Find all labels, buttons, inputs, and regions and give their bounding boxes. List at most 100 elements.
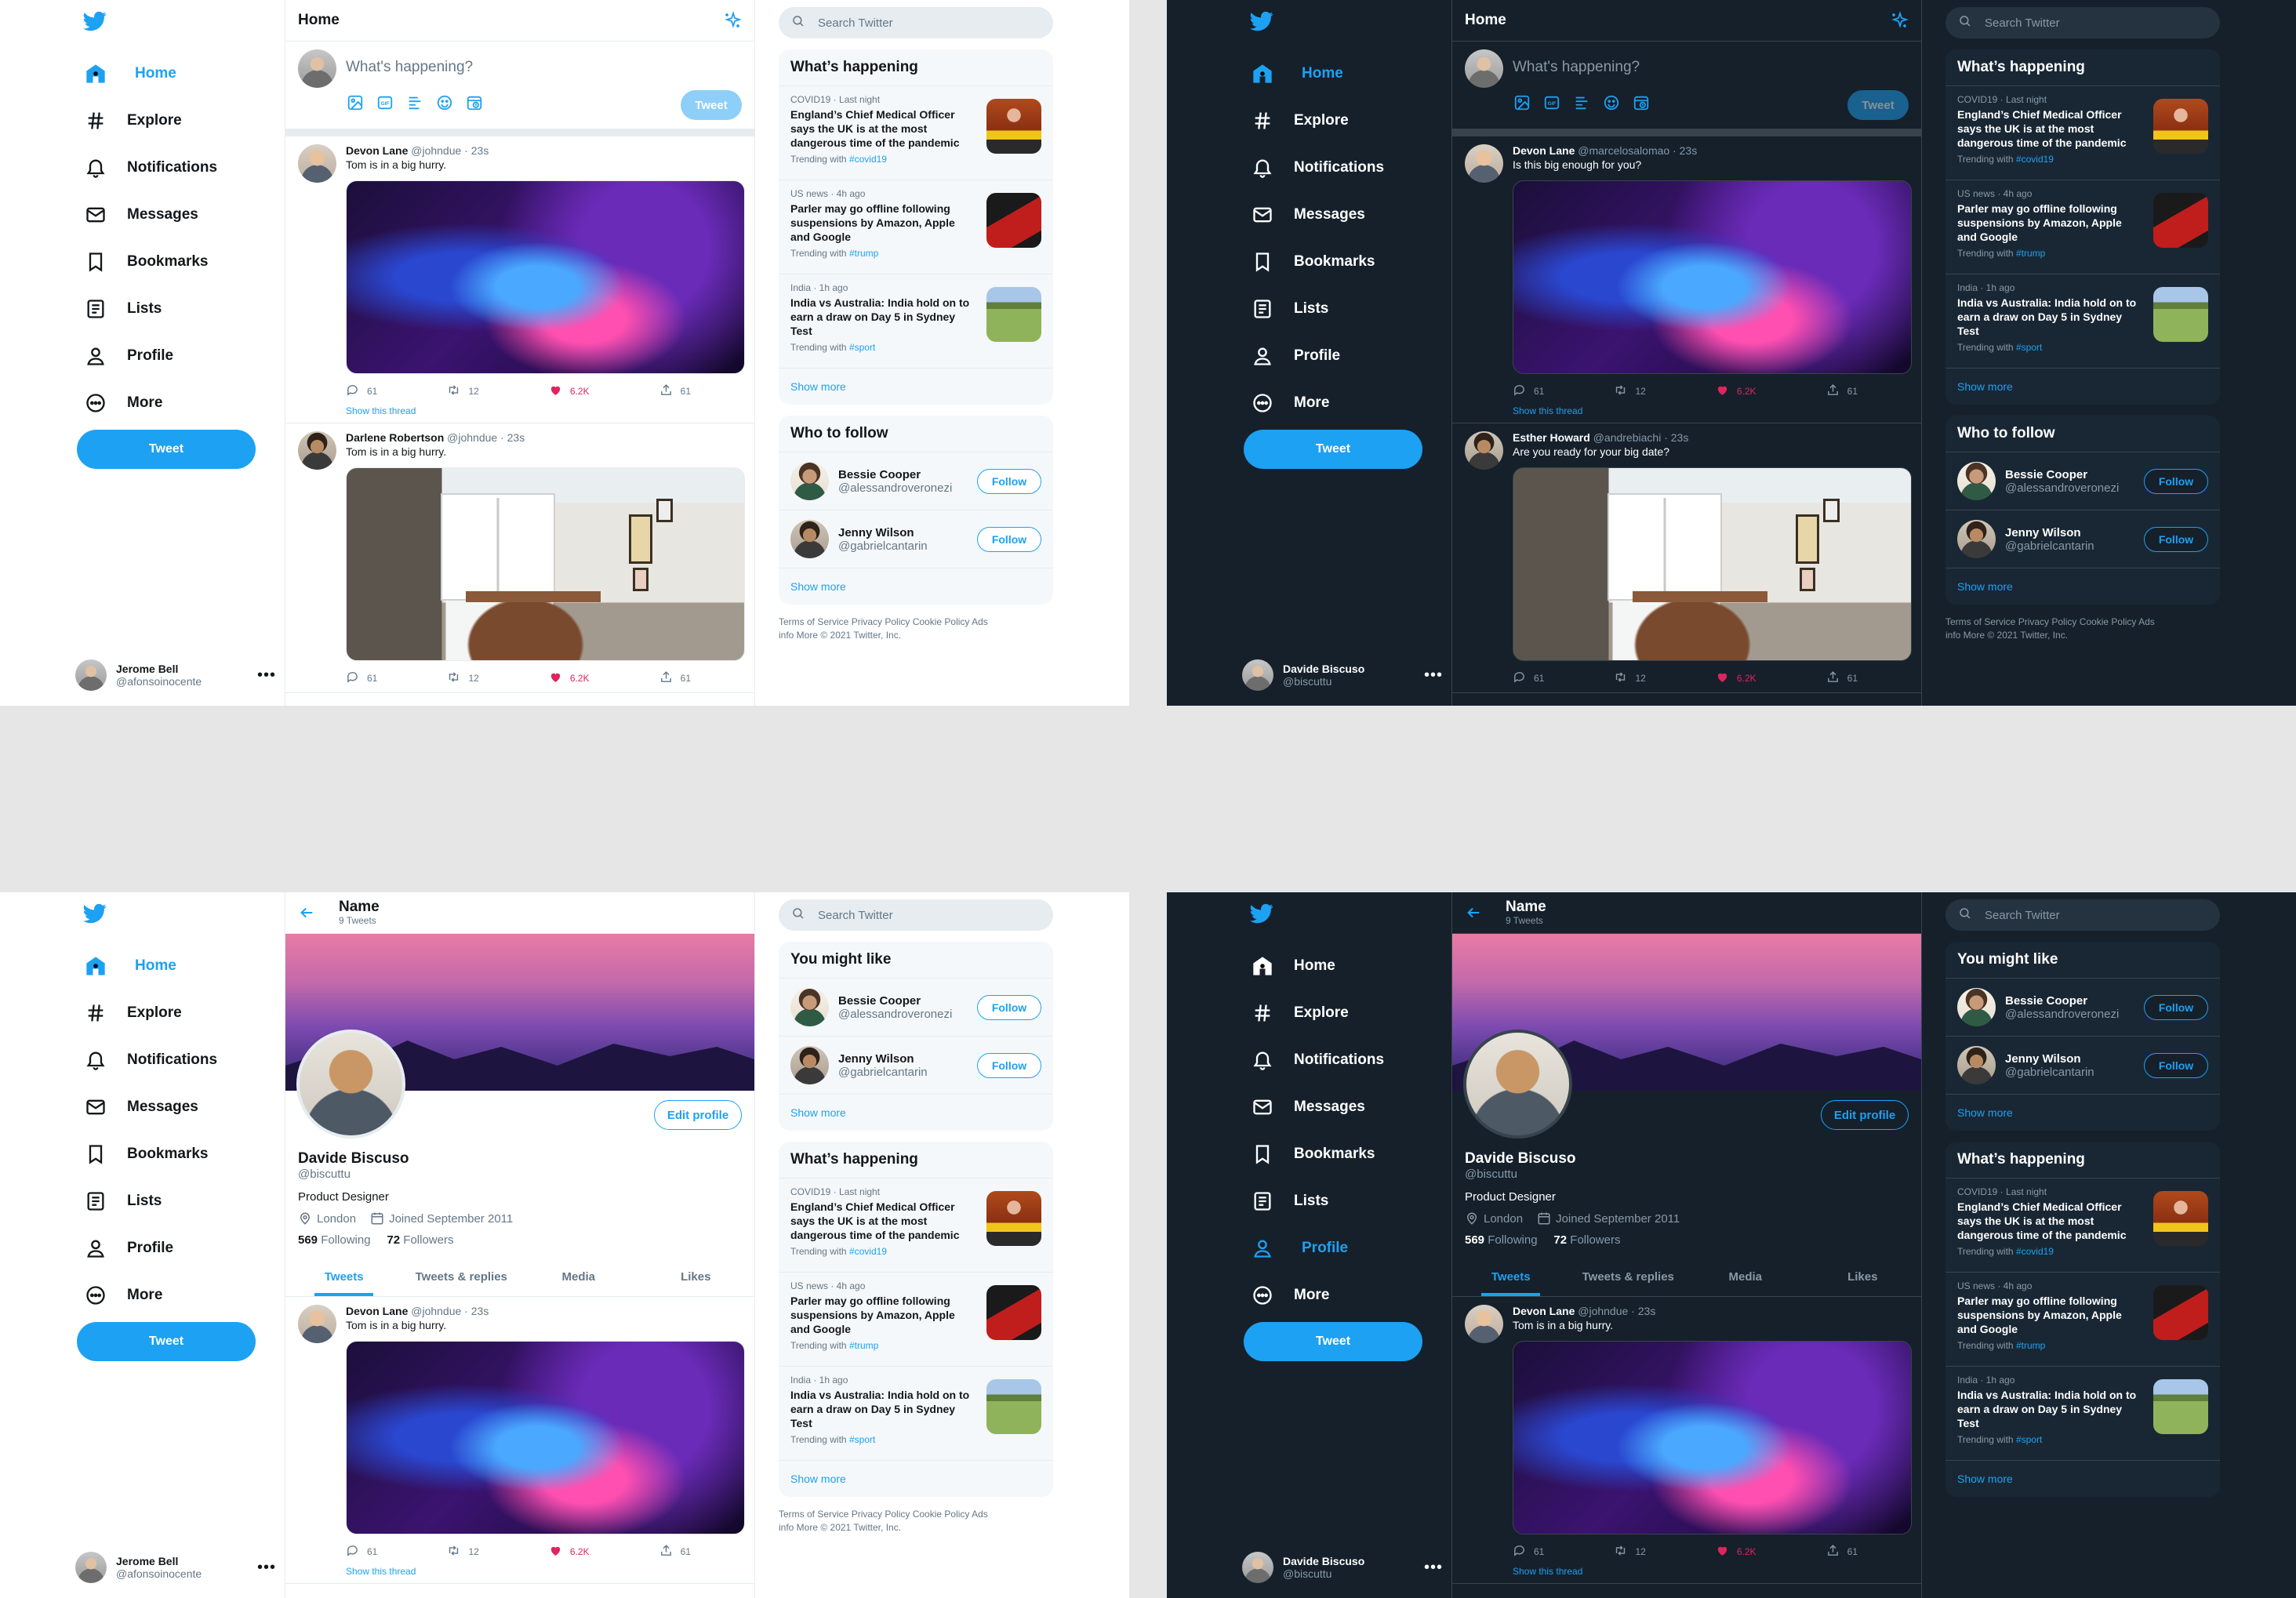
avatar[interactable] bbox=[1957, 1046, 1996, 1084]
tweet-author[interactable]: Devon Lane bbox=[1513, 144, 1575, 157]
avatar[interactable] bbox=[298, 431, 336, 470]
nav-item-home[interactable]: Home bbox=[83, 50, 217, 97]
trend-item[interactable]: US news · 4h ago Parler may go offline fo… bbox=[1945, 180, 2220, 274]
tab-tweets[interactable]: Tweets bbox=[285, 1258, 403, 1296]
trend-item[interactable]: India · 1h ago India vs Australia: India … bbox=[1945, 274, 2220, 369]
account-switcher[interactable]: Davide Biscuso @biscuttu ••• bbox=[1242, 1549, 1443, 1585]
show-thread-link[interactable]: Show this thread bbox=[346, 405, 745, 416]
trend-hashtag[interactable]: #trump bbox=[2016, 1340, 2045, 1351]
emoji-icon[interactable] bbox=[1602, 93, 1621, 112]
search-input[interactable]: Search Twitter bbox=[779, 7, 1053, 38]
more-dots-icon[interactable]: ••• bbox=[1424, 1559, 1443, 1577]
follow-button[interactable]: Follow bbox=[2144, 1052, 2208, 1078]
nav-item-more[interactable]: More bbox=[83, 380, 217, 427]
footer-links[interactable]: Terms of Service Privacy Policy Cookie P… bbox=[779, 605, 998, 642]
nav-item-home[interactable]: Home bbox=[1250, 942, 1384, 990]
like-button[interactable]: 6.2K bbox=[1716, 1544, 1757, 1560]
nav-item-more[interactable]: More bbox=[1250, 380, 1384, 427]
nav-item-lists[interactable]: Lists bbox=[1250, 285, 1384, 332]
share-button[interactable]: 61 bbox=[659, 1544, 691, 1560]
show-thread-link[interactable]: Show this thread bbox=[1513, 405, 1912, 416]
trend-thumbnail[interactable] bbox=[2153, 99, 2208, 154]
like-button[interactable]: 6.2K bbox=[1716, 670, 1757, 686]
tweet-handle[interactable]: @marcelosalomao bbox=[1578, 144, 1669, 157]
follow-button[interactable]: Follow bbox=[977, 994, 1041, 1020]
account-switcher[interactable]: Jerome Bell @afonsoinocente ••• bbox=[75, 1549, 276, 1585]
share-button[interactable]: 61 bbox=[1826, 383, 1858, 399]
follow-button[interactable]: Follow bbox=[977, 526, 1041, 552]
tweet-handle[interactable]: @johndue bbox=[411, 1305, 461, 1317]
avatar[interactable] bbox=[790, 1046, 829, 1084]
tab-tweets[interactable]: Tweets bbox=[1452, 1258, 1570, 1296]
tweet-handle[interactable]: @johndue bbox=[1578, 1305, 1628, 1317]
nav-item-explore[interactable]: Explore bbox=[83, 97, 217, 144]
avatar[interactable] bbox=[790, 520, 829, 558]
tweet-media-image[interactable] bbox=[1513, 1341, 1912, 1534]
search-input[interactable]: Search Twitter bbox=[779, 899, 1053, 931]
follow-button[interactable]: Follow bbox=[977, 1052, 1041, 1078]
nav-item-profile[interactable]: Profile bbox=[1250, 1225, 1384, 1272]
nav-item-profile[interactable]: Profile bbox=[1250, 332, 1384, 380]
trend-thumbnail[interactable] bbox=[2153, 287, 2208, 342]
poll-icon[interactable] bbox=[1572, 93, 1591, 112]
schedule-icon[interactable] bbox=[1632, 93, 1651, 112]
trend-hashtag[interactable]: #covid19 bbox=[849, 1246, 887, 1257]
tab-media[interactable]: Media bbox=[1687, 1258, 1804, 1296]
followers-link[interactable]: 72 Followers bbox=[1553, 1233, 1620, 1247]
show-more-link[interactable]: Show more bbox=[1945, 1461, 2220, 1497]
tab-media[interactable]: Media bbox=[520, 1258, 638, 1296]
show-more-link[interactable]: Show more bbox=[779, 1461, 1053, 1497]
trend-hashtag[interactable]: #sport bbox=[849, 342, 875, 353]
trend-hashtag[interactable]: #covid19 bbox=[2016, 1246, 2054, 1257]
retweet-button[interactable]: 12 bbox=[1614, 383, 1646, 399]
tweet[interactable]: Devon Lane @marcelosalomao · 23s Is this … bbox=[1452, 136, 1921, 423]
trend-thumbnail[interactable] bbox=[2153, 1285, 2208, 1340]
twitter-logo-icon[interactable] bbox=[1250, 902, 1273, 925]
tweet-author[interactable]: Devon Lane bbox=[346, 1305, 408, 1317]
trend-thumbnail[interactable] bbox=[986, 1379, 1041, 1434]
follow-button[interactable]: Follow bbox=[977, 468, 1041, 494]
avatar[interactable] bbox=[1465, 49, 1503, 88]
tweet[interactable]: Devon Lane @johndue · 23s Tom is in a big… bbox=[285, 136, 754, 423]
nav-item-explore[interactable]: Explore bbox=[1250, 97, 1384, 144]
gif-icon[interactable]: GIF bbox=[376, 93, 394, 112]
more-dots-icon[interactable]: ••• bbox=[257, 666, 276, 685]
show-more-link[interactable]: Show more bbox=[1945, 568, 2220, 605]
trend-item[interactable]: COVID19 · Last night England’s Chief Medi… bbox=[779, 86, 1053, 180]
reply-button[interactable]: 61 bbox=[346, 670, 377, 686]
footer-links[interactable]: Terms of Service Privacy Policy Cookie P… bbox=[779, 1497, 998, 1534]
avatar[interactable] bbox=[1957, 462, 1996, 500]
nav-item-more[interactable]: More bbox=[1250, 1272, 1384, 1319]
nav-item-profile[interactable]: Profile bbox=[83, 1225, 217, 1272]
twitter-logo-icon[interactable] bbox=[1250, 9, 1273, 33]
nav-item-bookmarks[interactable]: Bookmarks bbox=[1250, 1131, 1384, 1178]
trend-hashtag[interactable]: #trump bbox=[849, 248, 878, 259]
nav-item-home[interactable]: Home bbox=[1250, 50, 1384, 97]
trend-thumbnail[interactable] bbox=[986, 1285, 1041, 1340]
reply-button[interactable]: 61 bbox=[346, 1544, 377, 1560]
tweet-author[interactable]: Devon Lane bbox=[346, 144, 408, 157]
profile-avatar[interactable] bbox=[1463, 1030, 1572, 1139]
tab-tweets-replies[interactable]: Tweets & replies bbox=[1570, 1258, 1687, 1296]
follow-button[interactable]: Follow bbox=[2144, 526, 2208, 552]
follow-suggestion[interactable]: Bessie Cooper @alessandroveronezi Follow bbox=[1945, 452, 2220, 510]
schedule-icon[interactable] bbox=[465, 93, 484, 112]
compose-tweet-button[interactable]: Tweet bbox=[1847, 90, 1909, 120]
tweet-button[interactable]: Tweet bbox=[1244, 430, 1422, 469]
nav-item-lists[interactable]: Lists bbox=[83, 285, 217, 332]
trend-item[interactable]: US news · 4h ago Parler may go offline fo… bbox=[1945, 1273, 2220, 1367]
trend-thumbnail[interactable] bbox=[986, 1191, 1041, 1246]
more-dots-icon[interactable]: ••• bbox=[257, 1559, 276, 1577]
search-input[interactable]: Search Twitter bbox=[1945, 899, 2220, 931]
nav-item-home[interactable]: Home bbox=[83, 942, 217, 990]
twitter-logo-icon[interactable] bbox=[83, 902, 107, 925]
nav-item-notifications[interactable]: Notifications bbox=[1250, 1037, 1384, 1084]
nav-item-messages[interactable]: Messages bbox=[1250, 1084, 1384, 1131]
follow-suggestion[interactable]: Jenny Wilson @gabrielcantarin Follow bbox=[1945, 1037, 2220, 1095]
nav-item-profile[interactable]: Profile bbox=[83, 332, 217, 380]
tweet-button[interactable]: Tweet bbox=[1244, 1322, 1422, 1361]
trend-hashtag[interactable]: #sport bbox=[2016, 1434, 2042, 1445]
trend-item[interactable]: COVID19 · Last night England’s Chief Medi… bbox=[779, 1179, 1053, 1273]
trend-item[interactable]: India · 1h ago India vs Australia: India … bbox=[779, 1367, 1053, 1461]
tweet[interactable]: Darlene Robertson @johndue · 23s Tom is i… bbox=[285, 423, 754, 693]
